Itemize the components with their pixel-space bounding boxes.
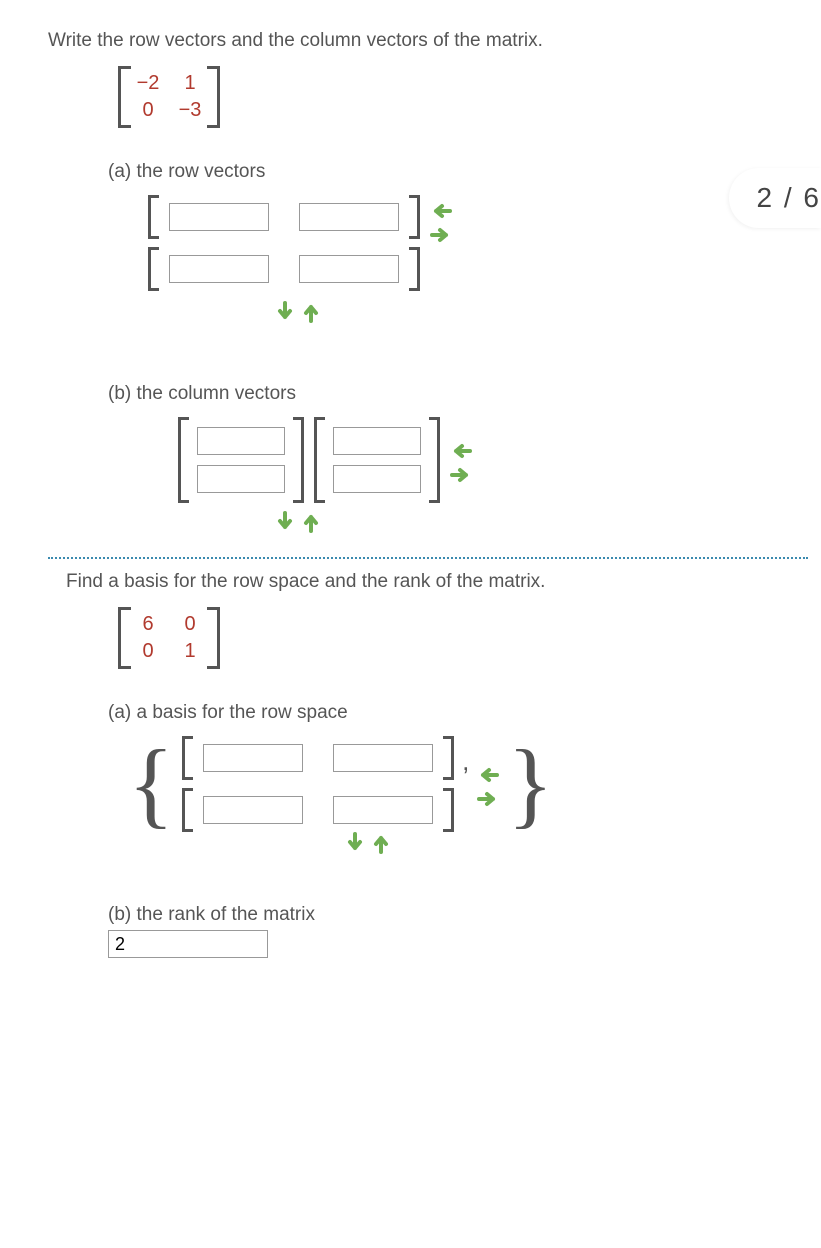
remove-row-icon[interactable] [430, 201, 452, 221]
row-vector-1 [148, 195, 420, 239]
comma: , [462, 746, 469, 777]
add-row-icon[interactable] [450, 465, 472, 485]
q2-part-b-label: (b) the rank of the matrix [108, 904, 821, 926]
basis2-cell1-input[interactable] [203, 796, 303, 824]
add-row-icon[interactable] [477, 789, 499, 809]
basis1-cell2-input[interactable] [333, 744, 433, 772]
col-vector-2 [314, 417, 440, 503]
matrix-cell: 0 [135, 640, 161, 663]
q1-col-vectors-block [178, 417, 821, 533]
basis2-cell2-input[interactable] [333, 796, 433, 824]
matrix-cell: 0 [177, 613, 203, 636]
remove-col-icon[interactable] [275, 511, 295, 533]
basis-vector-1 [182, 736, 454, 780]
matrix-cell: −3 [177, 99, 203, 122]
question-divider [48, 557, 808, 559]
row1-cell2-input[interactable] [299, 203, 399, 231]
remove-col-icon[interactable] [275, 301, 295, 323]
matrix-cell: 0 [135, 99, 161, 122]
q1-row-vectors-block [148, 195, 821, 323]
col-vector-1 [178, 417, 304, 503]
add-col-icon[interactable] [371, 832, 391, 854]
q1-matrix: −2 1 0 −3 [118, 66, 220, 133]
q1-part-a-label: (a) the row vectors [108, 161, 821, 183]
q1-part-b-label: (b) the column vectors [108, 383, 821, 405]
row1-cell1-input[interactable] [169, 203, 269, 231]
q2-part-a-label: (a) a basis for the row space [108, 702, 821, 724]
add-row-icon[interactable] [430, 225, 452, 245]
q2-basis-block: { , [128, 736, 821, 854]
remove-row-icon[interactable] [477, 765, 499, 785]
q2-matrix: 6 0 0 1 [118, 607, 220, 674]
remove-row-icon[interactable] [450, 441, 472, 461]
row2-cell1-input[interactable] [169, 255, 269, 283]
col2-cell1-input[interactable] [333, 427, 421, 455]
q2-prompt: Find a basis for the row space and the r… [66, 571, 821, 593]
matrix-cell: −2 [135, 72, 161, 95]
row-vector-2 [148, 247, 420, 291]
add-col-icon[interactable] [301, 301, 321, 323]
col1-cell2-input[interactable] [197, 465, 285, 493]
matrix-cell: 1 [177, 640, 203, 663]
basis-vector-2 [182, 788, 454, 832]
matrix-cell: 1 [177, 72, 203, 95]
matrix-cell: 6 [135, 613, 161, 636]
basis1-cell1-input[interactable] [203, 744, 303, 772]
col1-cell1-input[interactable] [197, 427, 285, 455]
col2-cell2-input[interactable] [333, 465, 421, 493]
rank-input[interactable] [108, 930, 268, 958]
q1-prompt: Write the row vectors and the column vec… [48, 30, 821, 52]
remove-col-icon[interactable] [345, 832, 365, 854]
curly-right: } [507, 741, 553, 827]
curly-left: { [128, 741, 174, 827]
add-col-icon[interactable] [301, 511, 321, 533]
row2-cell2-input[interactable] [299, 255, 399, 283]
score-tab: 2 / 6 [729, 168, 821, 228]
